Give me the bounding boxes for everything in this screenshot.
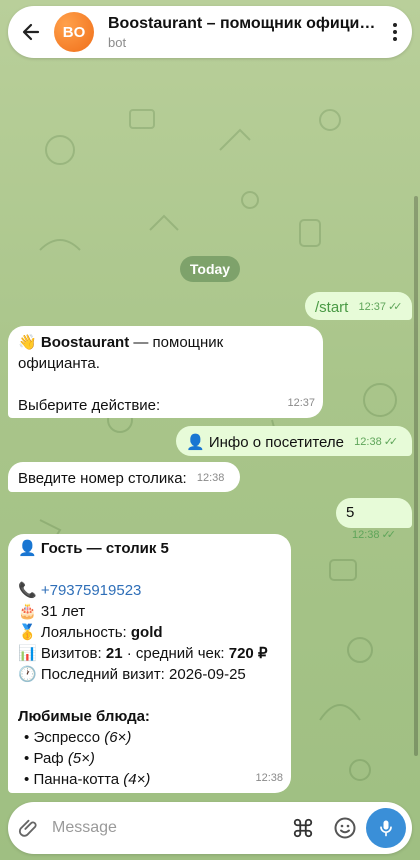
phone-emoji: 📞 (18, 582, 37, 599)
outgoing-message-table-number[interactable]: 5 12:38 ✓✓ (336, 498, 412, 541)
message-text: Инфо о посетителе (208, 434, 344, 451)
loyalty-line: 🥇 Лояльность: gold (18, 622, 281, 643)
visits-line: 📊 Визитов: 21 · средний чек: 720 ₽ (18, 643, 281, 664)
message-time: 12:37 (287, 397, 315, 409)
message-time: 12:38 (354, 436, 382, 448)
message-meta: 12:38 ✓✓ (352, 523, 397, 546)
medal-emoji: 🥇 (18, 624, 37, 641)
age-text: 31 лет (40, 603, 86, 620)
cake-emoji: 🎂 (18, 603, 37, 620)
chat-header: BO Boostaurant – помощник официанта bot (8, 6, 412, 58)
message-meta: 12:37 ✓✓ (358, 295, 403, 318)
last-visit-line: 🕐 Последний визит: 2026-09-25 (18, 664, 281, 685)
chart-emoji: 📊 (18, 645, 37, 662)
clock-emoji: 🕐 (18, 666, 37, 683)
last-visit-text: Последний визит: 2026-09-25 (40, 666, 246, 683)
read-ticks-icon: ✓✓ (381, 529, 397, 541)
avg-check-value: 720 ₽ (228, 645, 268, 662)
user-emoji: 👤 (18, 540, 37, 557)
guest-title-line: 👤 Гость — столик 5 (18, 538, 281, 559)
favorite-item: • Эспрессо (6×) (24, 729, 132, 746)
favorite-item: • Панна-котта (4×) (24, 771, 151, 788)
welcome-line-3: Выберите действие: (18, 397, 161, 414)
favorite-name: Эспрессо (33, 729, 101, 746)
voice-record-button[interactable] (366, 808, 406, 848)
incoming-message-guest-card[interactable]: 👤 Гость — столик 5 📞 +79375919523 🎂 31 л… (8, 534, 291, 793)
outgoing-message-guest-info[interactable]: 👤 Инфо о посетителе 12:38 ✓✓ (176, 426, 412, 456)
visits-value: 21 (105, 645, 123, 662)
message-time: 12:38 (255, 772, 283, 784)
message-input[interactable] (50, 818, 282, 838)
favorite-count: (6×) (104, 729, 132, 746)
chat-scrollbar[interactable] (414, 196, 418, 756)
phone-line: 📞 +79375919523 (18, 580, 281, 601)
paperclip-icon (18, 819, 37, 837)
loyalty-label: Лояльность: (40, 624, 131, 641)
read-ticks-icon: ✓✓ (388, 301, 403, 313)
outgoing-message-start[interactable]: /start 12:37 ✓✓ (305, 292, 412, 320)
more-menu-button[interactable] (378, 6, 412, 58)
message-meta: 12:38 ✓✓ (354, 430, 399, 453)
back-button[interactable] (8, 6, 54, 58)
more-vertical-icon (393, 23, 397, 27)
phone-link[interactable]: +79375919523 (41, 582, 142, 599)
chat-title-block[interactable]: Boostaurant – помощник официанта bot (108, 15, 378, 50)
favorite-count: (4×) (123, 771, 151, 788)
favorite-count: (5×) (67, 750, 95, 767)
loyalty-value: gold (130, 624, 163, 641)
microphone-icon (380, 820, 392, 837)
message-time: 12:37 (358, 301, 387, 313)
user-emoji: 👤 (186, 434, 205, 451)
message-composer (8, 802, 412, 854)
incoming-message-enter-table[interactable]: Введите номер столика: 12:38 (8, 462, 240, 492)
message-text: /start (315, 299, 349, 316)
chat-title: Boostaurant – помощник официанта (108, 14, 378, 32)
welcome-line-2: официанта. (18, 355, 100, 372)
attach-button[interactable] (8, 802, 50, 854)
favorite-name: Панна-котта (33, 771, 120, 788)
emoji-button[interactable] (324, 802, 366, 854)
chat-subtitle: bot (108, 34, 127, 50)
message-text: Введите номер столика: (18, 470, 187, 487)
guest-title: Гость — столик 5 (40, 540, 169, 557)
message-time: 12:38 (196, 472, 225, 484)
message-time: 12:38 (352, 529, 380, 541)
arrow-left-icon (22, 23, 40, 41)
avg-check-label: · средний чек: (122, 645, 229, 662)
smiley-icon (334, 817, 356, 839)
welcome-line-1-rest: — помощник (129, 334, 224, 351)
read-ticks-icon: ✓✓ (383, 436, 399, 448)
commands-button[interactable] (282, 802, 324, 854)
date-divider: Today (180, 256, 240, 282)
bot-name-bold: Boostaurant (40, 334, 130, 351)
message-meta: 12:38 (197, 466, 225, 489)
visits-label: Визитов: (40, 645, 106, 662)
command-icon (293, 818, 313, 838)
wave-emoji: 👋 (18, 334, 37, 351)
favorite-item: • Раф (5×) (24, 750, 95, 767)
incoming-message-welcome[interactable]: 👋 Boostaurant — помощник официанта. Выбе… (8, 326, 323, 418)
favorite-name: Раф (33, 750, 64, 767)
message-text: 5 (346, 504, 355, 521)
welcome-line-1: 👋 Boostaurant — помощник (18, 332, 313, 353)
age-line: 🎂 31 лет (18, 601, 281, 622)
favorites-title: Любимые блюда: (18, 708, 150, 725)
bot-avatar[interactable]: BO (54, 12, 94, 52)
